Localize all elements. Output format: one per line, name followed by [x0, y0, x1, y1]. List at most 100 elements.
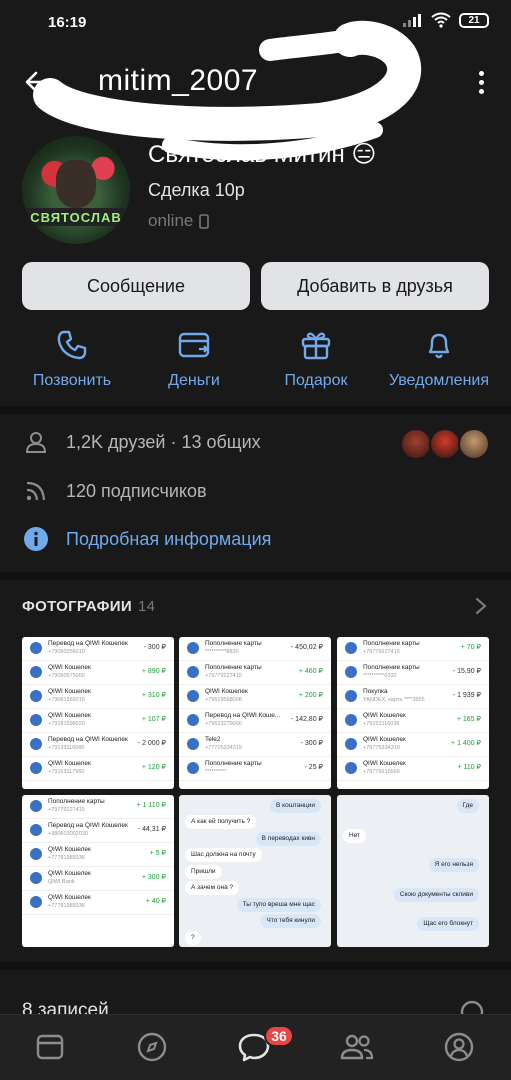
- photo-thumbnail[interactable]: Где Нет Я его нельзя Скою документы скливи Щ…: [337, 795, 489, 947]
- chat-bubble: Щас его блокнут: [417, 917, 479, 932]
- transaction-row: QIWI Кошелек +79619568008 + 200 ₽: [179, 685, 331, 709]
- messages-badge: 36: [264, 1025, 294, 1047]
- chat-bubble: Я его нельзя: [428, 858, 479, 873]
- transaction-row: QIWI Кошелек +79775334319 + 1 400 ₽: [337, 733, 489, 757]
- gift-action[interactable]: Подарок: [277, 328, 355, 390]
- chat-bubble: Пришли: [185, 864, 222, 879]
- notifications-action[interactable]: Уведомления: [380, 328, 498, 390]
- qiwi-icon: [30, 800, 42, 812]
- person-icon: [22, 428, 50, 456]
- chat-bubble: ?: [185, 930, 201, 945]
- followers-row[interactable]: 120 подписчиков: [22, 477, 207, 505]
- signal-icon: [403, 14, 421, 27]
- photo-thumbnail[interactable]: Пополнение карты +79779227415 + 70 ₽ Пополн…: [337, 637, 489, 789]
- add-friend-button[interactable]: Добавить в друзья: [261, 262, 489, 310]
- details-row[interactable]: Подробная информация: [22, 525, 271, 553]
- transaction-title: QIWI Кошелек: [48, 894, 91, 901]
- transaction-subtitle: **********8830: [205, 649, 239, 655]
- bottom-nav: [0, 1014, 511, 1080]
- more-menu-button[interactable]: [467, 64, 495, 100]
- transaction-amount: + 110 ₽: [457, 764, 481, 771]
- money-icon: [178, 332, 210, 358]
- profile-avatar[interactable]: СВЯТОСЛАВ: [22, 136, 130, 244]
- profile-icon: [444, 1032, 474, 1062]
- transaction-subtitle: YANDEX, карта ****3655: [363, 697, 425, 703]
- chat-bubble: Шас должна на почту: [185, 848, 262, 863]
- photo-thumbnail[interactable]: Пополнение карты **********8830 - 450,02 ₽…: [179, 637, 331, 789]
- chat-bubble: Где: [456, 799, 479, 813]
- qiwi-icon: [30, 762, 42, 774]
- transaction-title: Пополнение карты: [363, 640, 420, 647]
- chat-bubble: А как ей получить ?: [185, 815, 257, 830]
- transaction-row: Пополнение карты ********** - 25 ₽: [179, 757, 331, 781]
- transaction-amount: + 120 ₽: [141, 764, 166, 771]
- photo-thumbnail[interactable]: Перевод на QIWI Кошелек +79050256010 - 300…: [22, 637, 174, 789]
- transaction-row: QIWI Кошелек QIWI Bank + 300 ₽: [22, 867, 174, 891]
- money-action[interactable]: Деньги: [156, 328, 232, 390]
- transaction-subtitle: **********6332: [363, 673, 397, 679]
- transaction-amount: - 300 ₽: [300, 740, 323, 747]
- transaction-title: QIWI Кошелек: [363, 760, 406, 767]
- transaction-row: QIWI Кошелек +79779215566 + 110 ₽: [337, 757, 489, 781]
- status-time: 16:19: [48, 14, 87, 31]
- transaction-amount: - 300 ₽: [143, 644, 166, 651]
- qiwi-icon: [187, 642, 199, 654]
- photos-header[interactable]: ФОТОГРАФИИ 14: [22, 598, 155, 615]
- transaction-amount: - 44,31 ₽: [137, 826, 166, 833]
- gift-label: Подарок: [284, 372, 348, 389]
- status-bar: 16:19 21: [0, 0, 511, 46]
- back-button[interactable]: [20, 64, 56, 100]
- transaction-row: Пополнение карты +79779227415 + 70 ₽: [337, 637, 489, 661]
- notifications-label: Уведомления: [388, 372, 490, 389]
- transaction-title: QIWI Кошелек: [48, 846, 91, 853]
- chat-bubble: Скою документы скливи: [393, 887, 479, 902]
- qiwi-icon: [345, 642, 357, 654]
- qiwi-icon: [30, 714, 42, 726]
- section-divider: [0, 962, 511, 970]
- online-label: online: [148, 211, 194, 230]
- battery-level: 21: [468, 14, 480, 26]
- transaction-row: QIWI Кошелек +79153117960 + 120 ₽: [22, 757, 174, 781]
- friend-avatar: [400, 428, 432, 460]
- transaction-row: Tele2 +77715334319 - 300 ₽: [179, 733, 331, 757]
- nav-profile[interactable]: [441, 1029, 477, 1065]
- transaction-subtitle: +79775334319: [363, 745, 400, 751]
- chat-bubble: В коштанции: [270, 799, 321, 813]
- friends-count: 1,2K друзей · 13 общих: [66, 431, 261, 452]
- transaction-subtitle: +79779215566: [363, 769, 400, 775]
- transaction-amount: - 2 000 ₽: [137, 740, 166, 747]
- transaction-title: Перевод на QIWI Коше...: [205, 712, 281, 719]
- friends-row[interactable]: 1,2K друзей · 13 общих: [22, 428, 261, 456]
- transaction-row: QIWI Кошелек +77781989336 + 5 ₽: [22, 843, 174, 867]
- compass-icon: [137, 1032, 167, 1062]
- nav-friends[interactable]: [339, 1029, 375, 1065]
- chat-bubble: В переводах кивн: [255, 831, 321, 846]
- nav-news[interactable]: [32, 1029, 68, 1065]
- photo-thumbnail[interactable]: В коштанции А как ей получить ? В перевода…: [179, 795, 331, 947]
- chevron-right-icon[interactable]: [475, 597, 487, 615]
- chat-bubble: Нет: [343, 828, 367, 843]
- transaction-title: Покупка: [363, 688, 388, 695]
- avatar-band: СВЯТОСЛАВ: [22, 208, 130, 226]
- transaction-title: QIWI Кошелек: [205, 688, 248, 695]
- transaction-subtitle: +79153116036: [363, 721, 400, 727]
- qiwi-icon: [30, 738, 42, 750]
- call-action[interactable]: Позвонить: [26, 328, 118, 390]
- message-button[interactable]: Сообщение: [22, 262, 250, 310]
- transaction-title: QIWI Кошелек: [48, 870, 91, 877]
- news-icon: [36, 1034, 64, 1060]
- qiwi-icon: [30, 666, 42, 678]
- qiwi-icon: [30, 824, 42, 836]
- more-dot: [478, 70, 484, 76]
- profile-status: Сделка 10р: [148, 180, 245, 200]
- qiwi-icon: [345, 690, 357, 702]
- qiwi-icon: [187, 714, 199, 726]
- mutual-friends-avatars[interactable]: [400, 428, 490, 460]
- qiwi-icon: [30, 848, 42, 860]
- nav-discover[interactable]: [134, 1029, 170, 1065]
- transaction-amount: + 70 ₽: [460, 644, 481, 651]
- search-icon[interactable]: [458, 998, 486, 1014]
- photo-thumbnail[interactable]: Пополнение карты +79779227415 + 1 110 ₽ Пер…: [22, 795, 174, 947]
- phone-icon: [57, 330, 87, 360]
- qiwi-icon: [345, 714, 357, 726]
